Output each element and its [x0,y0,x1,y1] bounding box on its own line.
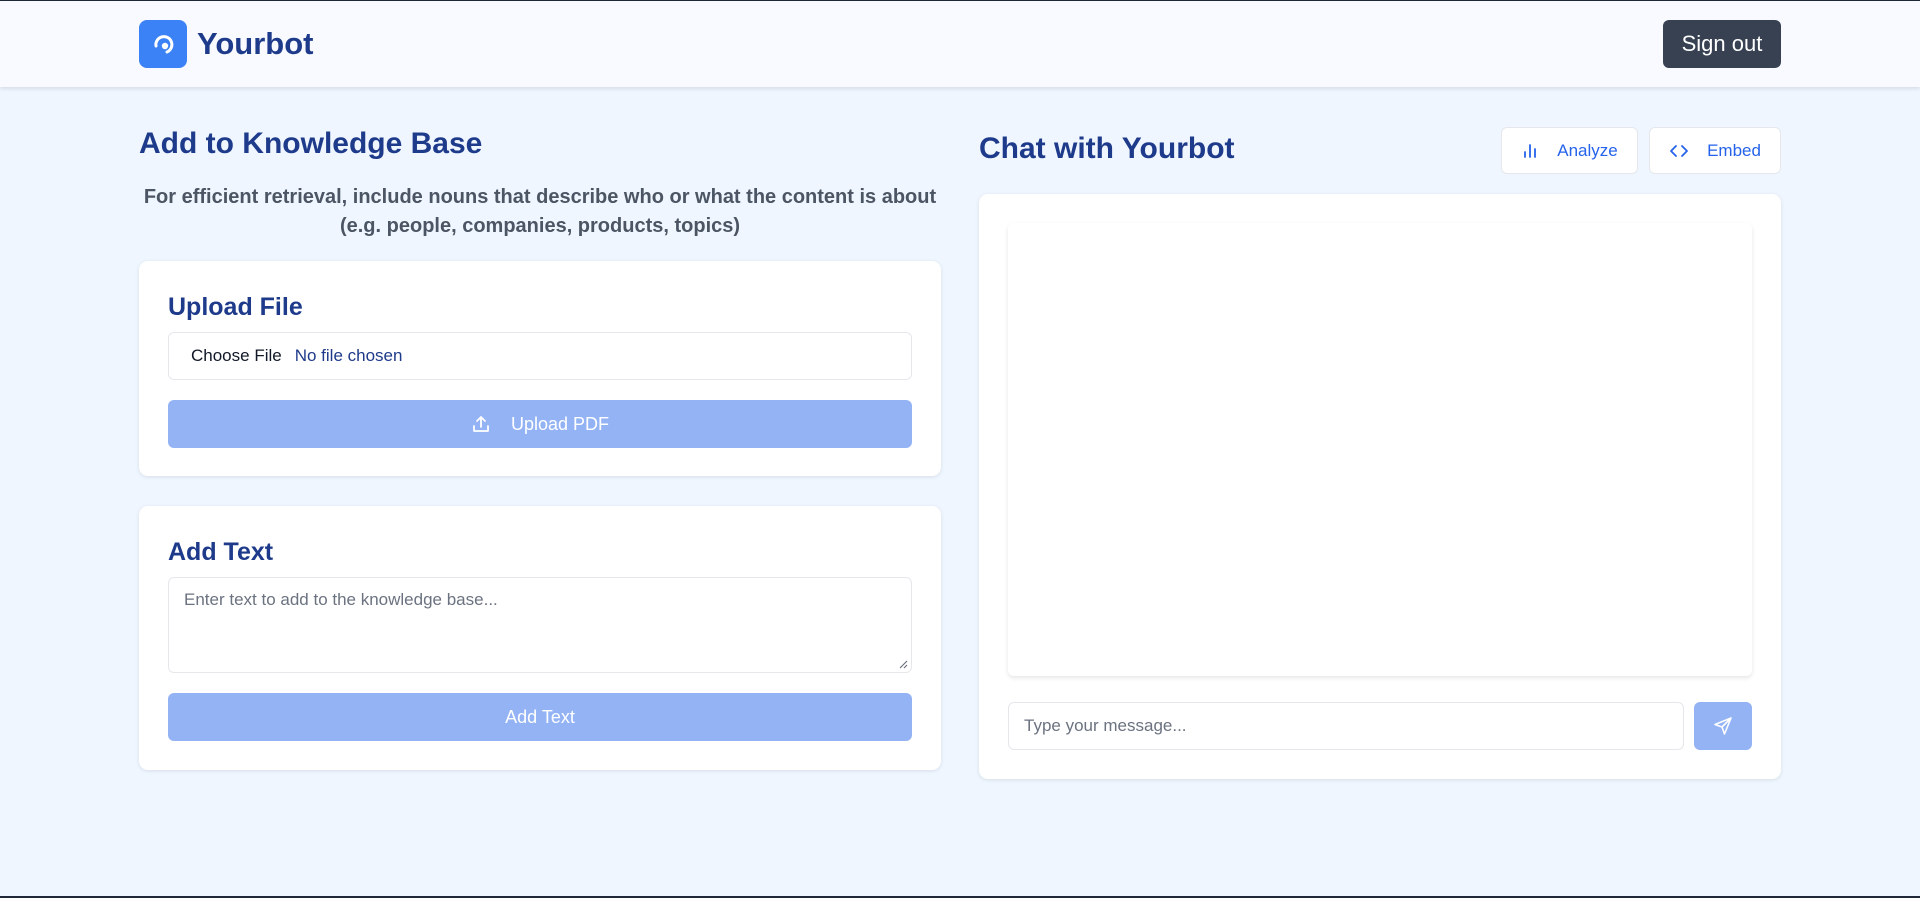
chat-messages[interactable] [1008,223,1752,676]
chat-title: Chat with Yourbot [979,132,1235,165]
embed-label: Embed [1707,140,1761,160]
choose-file-button[interactable]: Choose File [191,346,282,366]
top-header: Yourbot Sign out [0,1,1920,87]
embed-button[interactable]: Embed [1649,127,1781,174]
code-icon [1670,144,1688,157]
add-text-button[interactable]: Add Text [168,693,912,741]
sign-out-button[interactable]: Sign out [1663,20,1781,68]
add-text-title: Add Text [168,538,274,566]
message-input[interactable]: Type your message... [1008,702,1684,750]
tip-line-1: For efficient retrieval, include nouns t… [143,186,937,208]
message-placeholder: Type your message... [1024,716,1187,735]
add-text-card: Add Text Enter text to add to the knowle… [139,506,941,770]
bar-chart-icon [1524,143,1537,158]
knowledge-text-placeholder: Enter text to add to the knowledge base.… [184,590,498,609]
upload-file-title: Upload File [168,293,303,321]
file-input[interactable]: Choose File No file chosen [168,332,912,380]
chat-card: Type your message... [979,194,1781,779]
upload-icon [473,416,489,432]
knowledge-text-input[interactable]: Enter text to add to the knowledge base.… [168,577,912,673]
logo-icon [139,20,187,68]
knowledge-base-title: Add to Knowledge Base [139,127,483,160]
brand-name: Yourbot [197,26,314,61]
retrieval-tip: For efficient retrieval, include nouns t… [139,183,941,241]
file-status: No file chosen [294,346,403,365]
tip-line-2: (e.g. people, companies, products, topic… [339,215,741,237]
brand[interactable]: Yourbot [139,20,314,68]
send-icon [1714,717,1732,735]
upload-pdf-label: Upload PDF [510,413,610,434]
analyze-label: Analyze [1557,140,1618,160]
resize-handle-icon[interactable] [898,659,908,669]
upload-pdf-button[interactable]: Upload PDF [168,400,912,448]
upload-file-card: Upload File Choose File No file chosen U… [139,261,941,476]
analyze-button[interactable]: Analyze [1501,127,1638,174]
send-button[interactable] [1694,702,1752,750]
